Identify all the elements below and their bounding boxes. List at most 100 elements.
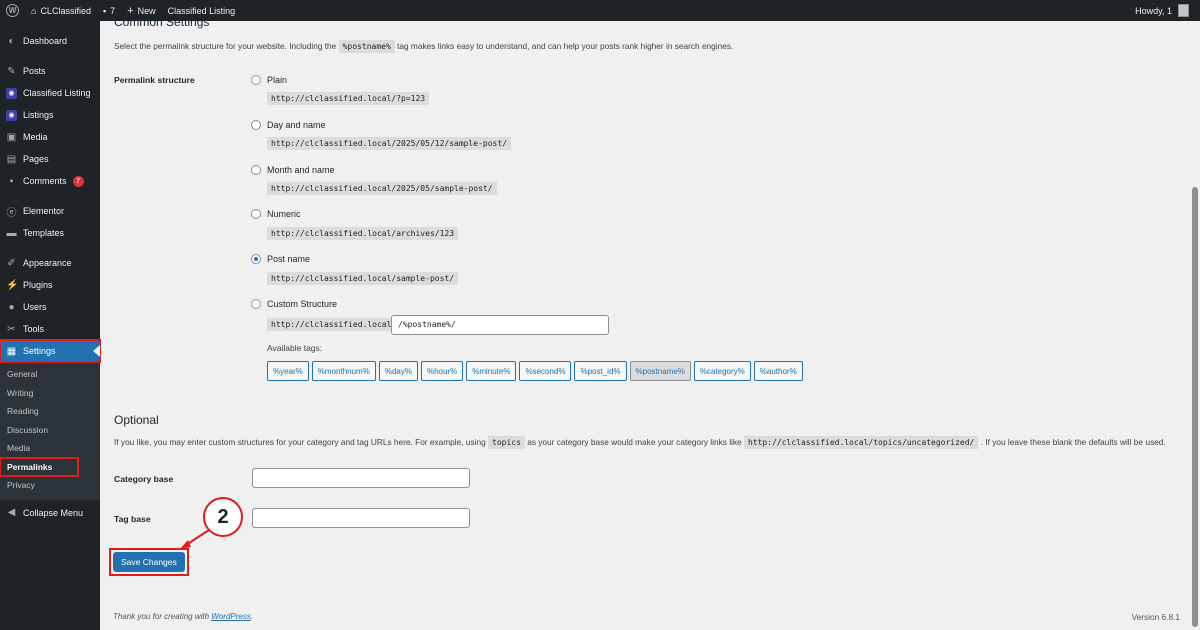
custom-structure-input[interactable]: /%postname%/ bbox=[391, 315, 609, 335]
sample-url: http://clclassified.local/2025/05/sample… bbox=[267, 182, 497, 195]
radio-numeric[interactable]: Numeric bbox=[251, 209, 301, 219]
sidebar-item-label: Dashboard bbox=[23, 36, 68, 46]
comment-icon: ▪ bbox=[9, 175, 14, 187]
submenu-media[interactable]: Media bbox=[0, 439, 100, 458]
desc-text: as your category base would make your ca… bbox=[527, 437, 742, 447]
wordpress-icon: W bbox=[6, 4, 19, 17]
category-base-input[interactable] bbox=[252, 468, 470, 488]
radio-label: Month and name bbox=[267, 165, 335, 175]
radio-button[interactable] bbox=[251, 299, 261, 309]
optional-description: If you like, you may enter custom struct… bbox=[114, 436, 1166, 449]
sample-url: http://clclassified.local/?p=123 bbox=[267, 92, 430, 105]
sidebar-item-label: Classified Listing bbox=[23, 88, 91, 98]
radio-day-and-name[interactable]: Day and name bbox=[251, 120, 326, 130]
sidebar-item-label: Listings bbox=[23, 110, 54, 120]
sidebar-item-listings[interactable]: ◉ Listings bbox=[0, 104, 100, 126]
sidebar-item-dashboard[interactable]: ◐ Dashboard bbox=[0, 30, 100, 52]
sidebar-item-templates[interactable]: ▬ Templates bbox=[0, 222, 100, 244]
radio-post-name[interactable]: Post name bbox=[251, 254, 310, 264]
permalink-structure-label: Permalink structure bbox=[114, 75, 195, 85]
radio-button[interactable] bbox=[251, 120, 261, 130]
media-icon: ▣ bbox=[6, 131, 17, 143]
settings-icon: ▦ bbox=[6, 345, 17, 357]
submenu-reading[interactable]: Reading bbox=[0, 402, 100, 421]
tag-postname-button[interactable]: %postname% bbox=[629, 361, 691, 381]
home-icon: ⌂ bbox=[31, 5, 37, 16]
desc-text: Select the permalink structure for your … bbox=[114, 41, 337, 51]
sidebar-item-comments[interactable]: ▪ Comments 7 bbox=[0, 170, 100, 192]
tag-base-label: Tag base bbox=[114, 514, 151, 524]
tag-monthnum-button[interactable]: %monthnum% bbox=[311, 361, 376, 381]
collapse-icon: ◀ bbox=[7, 507, 16, 518]
tag-year-button[interactable]: %year% bbox=[267, 361, 309, 381]
common-settings-heading: Common Settings bbox=[114, 15, 210, 29]
site-name-link[interactable]: ⌂ CLClassified bbox=[25, 0, 97, 21]
sidebar-item-elementor[interactable]: ⓔ Elementor bbox=[0, 200, 100, 222]
wp-logo-button[interactable]: W bbox=[0, 0, 25, 21]
sidebar-item-label: Settings bbox=[23, 346, 56, 356]
page-icon: ▤ bbox=[6, 153, 17, 165]
classified-icon: ◉ bbox=[6, 87, 17, 99]
tag-hour-button[interactable]: %hour% bbox=[420, 361, 464, 381]
submenu-discussion[interactable]: Discussion bbox=[0, 421, 100, 440]
tag-second-button[interactable]: %second% bbox=[519, 361, 572, 381]
scrollbar[interactable] bbox=[1190, 21, 1200, 630]
available-tags: %year% %monthnum% %day% %hour% %minute% … bbox=[267, 361, 803, 381]
sidebar-item-users[interactable]: ● Users bbox=[0, 296, 100, 318]
radio-button[interactable] bbox=[251, 254, 261, 264]
radio-label: Day and name bbox=[267, 120, 326, 130]
sidebar-item-label: Pages bbox=[23, 154, 49, 164]
submenu-permalinks[interactable]: Permalinks bbox=[0, 456, 79, 477]
tag-post-id-button[interactable]: %post_id% bbox=[574, 361, 627, 381]
radio-custom-structure[interactable]: Custom Structure bbox=[251, 299, 337, 309]
sample-url: http://clclassified.local/archives/123 bbox=[267, 227, 459, 240]
collapse-menu-button[interactable]: ◀ Collapse Menu bbox=[0, 502, 100, 524]
custom-prefix: http://clclassified.local bbox=[267, 318, 396, 331]
tag-base-input[interactable] bbox=[252, 508, 470, 528]
wordpress-link[interactable]: WordPress bbox=[211, 612, 251, 621]
sidebar-item-pages[interactable]: ▤ Pages bbox=[0, 148, 100, 170]
save-changes-button[interactable]: Save Changes bbox=[113, 552, 185, 572]
avatar bbox=[1178, 4, 1189, 17]
radio-button[interactable] bbox=[251, 209, 261, 219]
tag-author-button[interactable]: %author% bbox=[753, 361, 803, 381]
submenu-writing[interactable]: Writing bbox=[0, 384, 100, 403]
sidebar-item-label: Media bbox=[23, 132, 48, 142]
brush-icon: ✐ bbox=[7, 257, 16, 269]
radio-button[interactable] bbox=[251, 165, 261, 175]
sidebar-item-media[interactable]: ▣ Media bbox=[0, 126, 100, 148]
tag-day-button[interactable]: %day% bbox=[378, 361, 418, 381]
desc-code: http://clclassified.local/topics/uncateg… bbox=[743, 436, 979, 449]
comment-icon: ▪ bbox=[102, 5, 107, 16]
sidebar-item-label: Templates bbox=[23, 228, 65, 238]
classified-label: Classified Listing bbox=[167, 5, 236, 16]
common-settings-description: Select the permalink structure for your … bbox=[114, 40, 734, 53]
wrench-icon: ✂ bbox=[7, 323, 16, 335]
tag-minute-button[interactable]: %minute% bbox=[466, 361, 517, 381]
sidebar-item-settings[interactable]: ▦ Settings bbox=[0, 339, 101, 363]
radio-month-and-name[interactable]: Month and name bbox=[251, 165, 335, 175]
sidebar-item-tools[interactable]: ✂ Tools bbox=[0, 318, 100, 340]
my-account-link[interactable]: Howdy, 1 bbox=[1135, 4, 1200, 17]
submenu-privacy[interactable]: Privacy bbox=[0, 476, 100, 495]
new-label: New bbox=[137, 5, 156, 16]
desc-text: . If you leave these blank the defaults … bbox=[980, 437, 1166, 447]
sidebar-item-posts[interactable]: ✎ Posts bbox=[0, 60, 100, 82]
submenu-general[interactable]: General bbox=[0, 365, 100, 384]
comments-count: 7 bbox=[110, 5, 116, 16]
desc-code: topics bbox=[488, 436, 525, 449]
optional-heading: Optional bbox=[114, 413, 159, 427]
scrollbar-thumb[interactable] bbox=[1192, 187, 1198, 627]
pin-icon: ✎ bbox=[7, 65, 16, 77]
radio-button[interactable] bbox=[251, 75, 261, 85]
sidebar-item-appearance[interactable]: ✐ Appearance bbox=[0, 252, 100, 274]
sidebar-item-classified-listing[interactable]: ◉ Classified Listing bbox=[0, 82, 100, 104]
comments-badge: 7 bbox=[72, 175, 84, 187]
elementor-icon: ⓔ bbox=[6, 207, 17, 219]
desc-text: tag makes links easy to understand, and … bbox=[397, 41, 734, 51]
tag-category-button[interactable]: %category% bbox=[693, 361, 751, 381]
admin-sidebar: ◐ Dashboard ✎ Posts ◉ Classified Listing ◉ L… bbox=[0, 21, 101, 630]
classified-icon: ◉ bbox=[6, 109, 17, 121]
sidebar-item-plugins[interactable]: ⚡ Plugins bbox=[0, 274, 100, 296]
radio-plain[interactable]: Plain bbox=[251, 75, 287, 85]
